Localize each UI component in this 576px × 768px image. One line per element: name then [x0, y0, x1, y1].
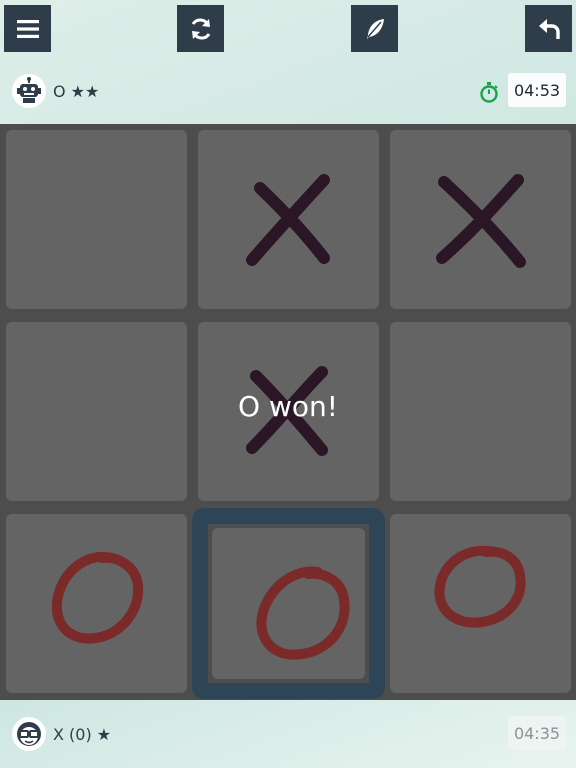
- stopwatch-icon: [480, 82, 498, 103]
- cell-1[interactable]: [198, 130, 379, 309]
- restart-button[interactable]: [177, 5, 224, 52]
- o-mark: [51, 551, 144, 644]
- top-bar: O ★★ 04:53: [0, 0, 576, 124]
- o-mark: [434, 545, 526, 628]
- menu-button[interactable]: [4, 5, 51, 52]
- hamburger-menu-icon: [16, 19, 39, 38]
- hint-button[interactable]: [351, 5, 398, 52]
- x-mark: [436, 174, 526, 268]
- top-player-row: O ★★ 04:53: [0, 67, 576, 115]
- robot-icon: [12, 74, 46, 108]
- feather-icon: [366, 18, 384, 39]
- cell-2[interactable]: [390, 130, 571, 309]
- nerd-face-icon: [12, 717, 46, 751]
- game-board: O won!: [0, 124, 576, 700]
- refresh-icon: [191, 17, 210, 40]
- cell-6[interactable]: [6, 514, 187, 693]
- game-result-text: O won!: [238, 390, 338, 423]
- undo-arrow-icon: [538, 18, 560, 39]
- top-player-name: O ★★: [53, 82, 100, 101]
- o-mark: [256, 566, 350, 660]
- cell-8[interactable]: [390, 514, 571, 693]
- cell-0[interactable]: [6, 130, 187, 309]
- cell-7[interactable]: [212, 528, 365, 679]
- bottom-player-timer: 04:35: [508, 716, 566, 750]
- top-player-timer: 04:53: [508, 73, 566, 107]
- bottom-player-row: X (0) ★ 04:35: [0, 710, 576, 758]
- undo-button[interactable]: [525, 5, 572, 52]
- bottom-player-name: X (0) ★: [53, 725, 112, 744]
- x-mark: [246, 174, 330, 266]
